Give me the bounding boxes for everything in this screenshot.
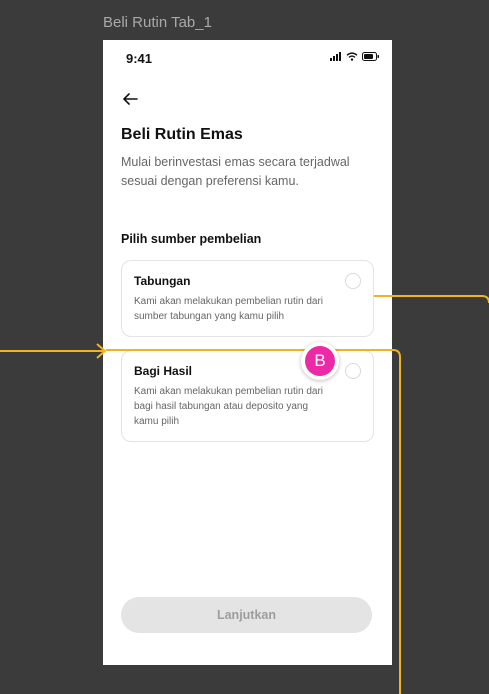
option-radio[interactable] xyxy=(345,363,361,379)
frame-label: Beli Rutin Tab_1 xyxy=(103,14,212,31)
continue-button[interactable]: Lanjutkan xyxy=(121,597,372,633)
flow-badge-letter: B xyxy=(305,346,335,376)
flow-badge: B xyxy=(301,342,339,380)
status-bar: 9:41 xyxy=(103,40,392,78)
option-card-tabungan[interactable]: Tabungan Kami akan melakukan pembelian r… xyxy=(121,260,374,337)
option-description: Kami akan melakukan pembelian rutin dari… xyxy=(134,296,323,322)
option-title: Bagi Hasil xyxy=(134,364,193,378)
section-label: Pilih sumber pembelian xyxy=(121,232,262,246)
option-radio[interactable] xyxy=(345,273,361,289)
status-icons xyxy=(330,52,380,61)
back-arrow-icon[interactable] xyxy=(121,91,139,107)
option-title: Tabungan xyxy=(134,274,191,288)
page-subtitle: Mulai berinvestasi emas secara terjadwal… xyxy=(121,155,350,188)
page-title: Beli Rutin Emas xyxy=(121,126,243,143)
status-time: 9:41 xyxy=(126,51,153,66)
option-description: Kami akan melakukan pembelian rutin dari… xyxy=(134,386,323,427)
wifi-icon xyxy=(346,52,358,61)
phone-screen: 9:41 Beli Rutin Emas Mulai berinvestasi … xyxy=(103,40,392,665)
signal-icon xyxy=(330,52,341,61)
battery-icon xyxy=(362,52,379,61)
